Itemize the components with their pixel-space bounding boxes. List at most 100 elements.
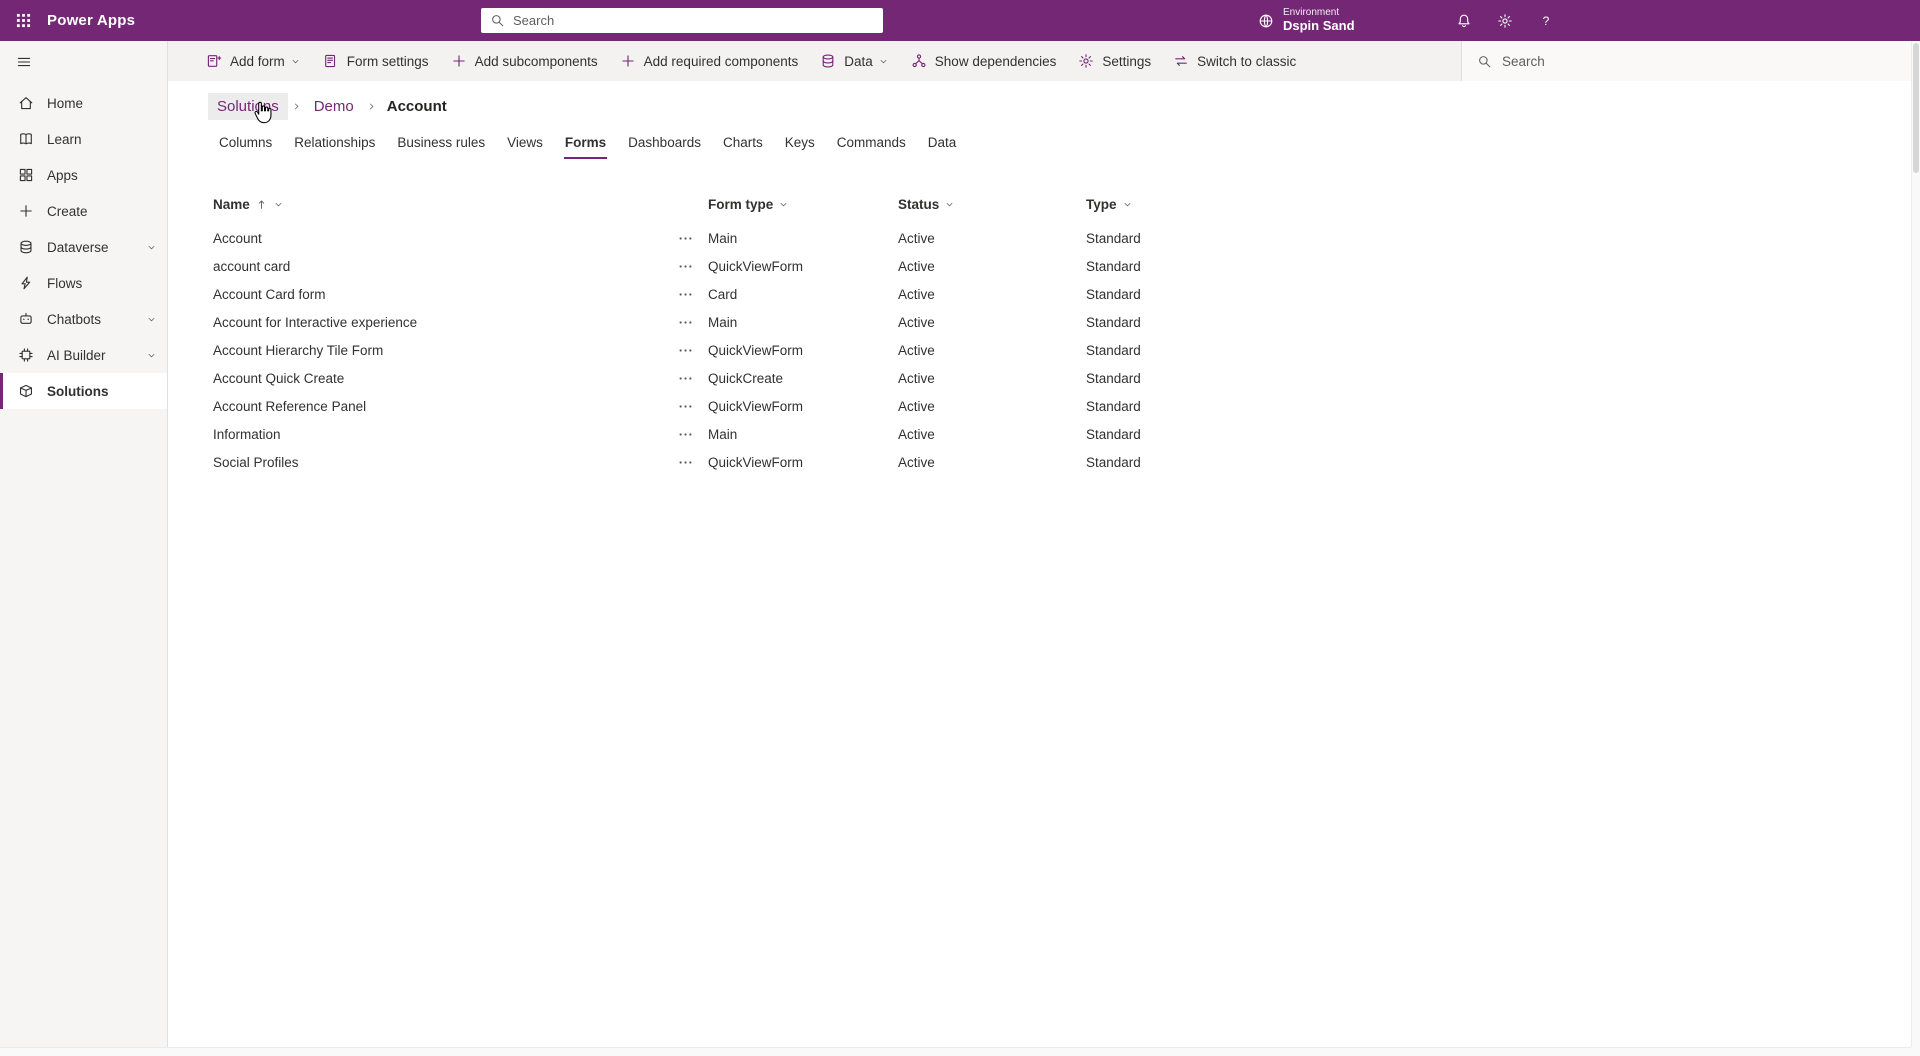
- command-bar-search[interactable]: [1461, 41, 1920, 81]
- sidebar-item-flows[interactable]: Flows: [0, 265, 167, 301]
- column-header-name[interactable]: Name: [208, 197, 676, 212]
- row-more-button[interactable]: [676, 397, 695, 416]
- sidebar-item-ai-builder[interactable]: AI Builder: [0, 337, 167, 373]
- row-more-button[interactable]: [676, 425, 695, 444]
- tab-views[interactable]: Views: [496, 126, 554, 159]
- tab-business-rules[interactable]: Business rules: [386, 126, 496, 159]
- row-form-type: QuickCreate: [708, 371, 898, 386]
- tab-data[interactable]: Data: [917, 126, 968, 159]
- chevron-down-icon: [878, 56, 889, 67]
- data-button[interactable]: Data: [809, 41, 900, 81]
- forms-table-body: Account Main Active Standard account car…: [208, 224, 1920, 476]
- breadcrumb-demo[interactable]: Demo: [305, 93, 363, 120]
- row-more-button[interactable]: [676, 257, 695, 276]
- row-name[interactable]: account card: [213, 259, 290, 274]
- add-required-components-button[interactable]: Add required components: [609, 41, 810, 81]
- entity-tabs: Columns Relationships Business rules Vie…: [208, 126, 1920, 159]
- environment-picker[interactable]: Environment Dspin Sand: [1248, 0, 1365, 41]
- notifications-button[interactable]: [1443, 0, 1484, 41]
- datatable-icon: [820, 53, 836, 69]
- more-icon: [678, 371, 693, 386]
- show-dependencies-button[interactable]: Show dependencies: [900, 41, 1068, 81]
- create-icon: [17, 203, 34, 219]
- row-more-button[interactable]: [676, 369, 695, 388]
- command-search-input[interactable]: [1502, 54, 1905, 69]
- gear-icon: [1078, 53, 1094, 69]
- chevron-down-icon: [146, 242, 157, 253]
- vertical-scrollbar-thumb[interactable]: [1913, 43, 1919, 173]
- column-header-status[interactable]: Status: [898, 197, 1086, 212]
- horizontal-scrollbar[interactable]: [0, 1047, 1911, 1056]
- row-more-button[interactable]: [676, 453, 695, 472]
- chevron-down-icon: [273, 199, 284, 210]
- row-form-type: Card: [708, 287, 898, 302]
- sidebar-item-create[interactable]: Create: [0, 193, 167, 229]
- chevron-right-icon: [291, 101, 302, 112]
- breadcrumb-current-account: Account: [380, 93, 454, 120]
- row-name[interactable]: Account Card form: [213, 287, 326, 302]
- row-more-button[interactable]: [676, 313, 695, 332]
- tab-commands[interactable]: Commands: [826, 126, 917, 159]
- row-type: Standard: [1086, 427, 1306, 442]
- settings-button[interactable]: Settings: [1067, 41, 1162, 81]
- row-name[interactable]: Account Hierarchy Tile Form: [213, 343, 383, 358]
- add-form-button[interactable]: Add form: [195, 41, 312, 81]
- vertical-scrollbar[interactable]: [1911, 41, 1920, 1047]
- sidebar-item-solutions[interactable]: Solutions: [0, 373, 167, 409]
- column-header-type[interactable]: Type: [1086, 197, 1306, 212]
- row-more-button[interactable]: [676, 341, 695, 360]
- row-status: Active: [898, 455, 1086, 470]
- switch-to-classic-button[interactable]: Switch to classic: [1162, 41, 1307, 81]
- row-name[interactable]: Account for Interactive experience: [213, 315, 417, 330]
- app-title[interactable]: Power Apps: [47, 12, 135, 29]
- chatbots-icon: [17, 311, 34, 327]
- tab-columns[interactable]: Columns: [208, 126, 283, 159]
- main-area: Add form Form settings Add subcomponents…: [168, 41, 1920, 1056]
- main-content: Solutions Demo Account Columns Relations…: [168, 81, 1920, 1056]
- chevron-down-icon: [944, 199, 955, 210]
- more-icon: [678, 259, 693, 274]
- row-name[interactable]: Social Profiles: [213, 455, 299, 470]
- row-name[interactable]: Account Quick Create: [213, 371, 344, 386]
- form-settings-button[interactable]: Form settings: [312, 41, 440, 81]
- help-button[interactable]: ?: [1525, 0, 1566, 41]
- global-search-input[interactable]: [513, 13, 874, 28]
- row-name[interactable]: Account Reference Panel: [213, 399, 366, 414]
- row-status: Active: [898, 287, 1086, 302]
- add-subcomponents-button[interactable]: Add subcomponents: [440, 41, 609, 81]
- more-icon: [678, 231, 693, 246]
- tab-charts[interactable]: Charts: [712, 126, 774, 159]
- row-form-type: Main: [708, 231, 898, 246]
- column-header-form-type[interactable]: Form type: [708, 197, 898, 212]
- row-type: Standard: [1086, 455, 1306, 470]
- sidebar-item-home[interactable]: Home: [0, 85, 167, 121]
- tab-relationships[interactable]: Relationships: [283, 126, 386, 159]
- sidebar-item-learn[interactable]: Learn: [0, 121, 167, 157]
- tab-forms[interactable]: Forms: [554, 126, 617, 159]
- breadcrumb-solutions[interactable]: Solutions: [208, 93, 288, 120]
- more-icon: [678, 315, 693, 330]
- row-name[interactable]: Information: [213, 427, 281, 442]
- tab-dashboards[interactable]: Dashboards: [617, 126, 712, 159]
- environment-label: Environment: [1283, 7, 1355, 19]
- tab-keys[interactable]: Keys: [774, 126, 826, 159]
- addform-icon: [206, 53, 222, 69]
- app-launcher-button[interactable]: [0, 0, 47, 41]
- row-name[interactable]: Account: [213, 231, 262, 246]
- sidebar-item-dataverse[interactable]: Dataverse: [0, 229, 167, 265]
- sidebar-item-apps[interactable]: Apps: [0, 157, 167, 193]
- global-search[interactable]: [481, 8, 883, 33]
- row-more-button[interactable]: [676, 229, 695, 248]
- top-app-bar: Power Apps Environment Dspin Sand ?: [0, 0, 1920, 41]
- sidebar-nav: Home Learn Apps Create Dataverse Flows C…: [0, 85, 167, 409]
- settings-button[interactable]: [1484, 0, 1525, 41]
- bell-icon: [1456, 13, 1472, 29]
- command-bar-items: Add form Form settings Add subcomponents…: [168, 41, 1461, 81]
- row-more-button[interactable]: [676, 285, 695, 304]
- hamburger-icon: [16, 54, 32, 70]
- nav-collapse-button[interactable]: [0, 41, 48, 83]
- environment-icon: [1258, 13, 1274, 29]
- chevron-down-icon: [146, 350, 157, 361]
- row-type: Standard: [1086, 259, 1306, 274]
- sidebar-item-chatbots[interactable]: Chatbots: [0, 301, 167, 337]
